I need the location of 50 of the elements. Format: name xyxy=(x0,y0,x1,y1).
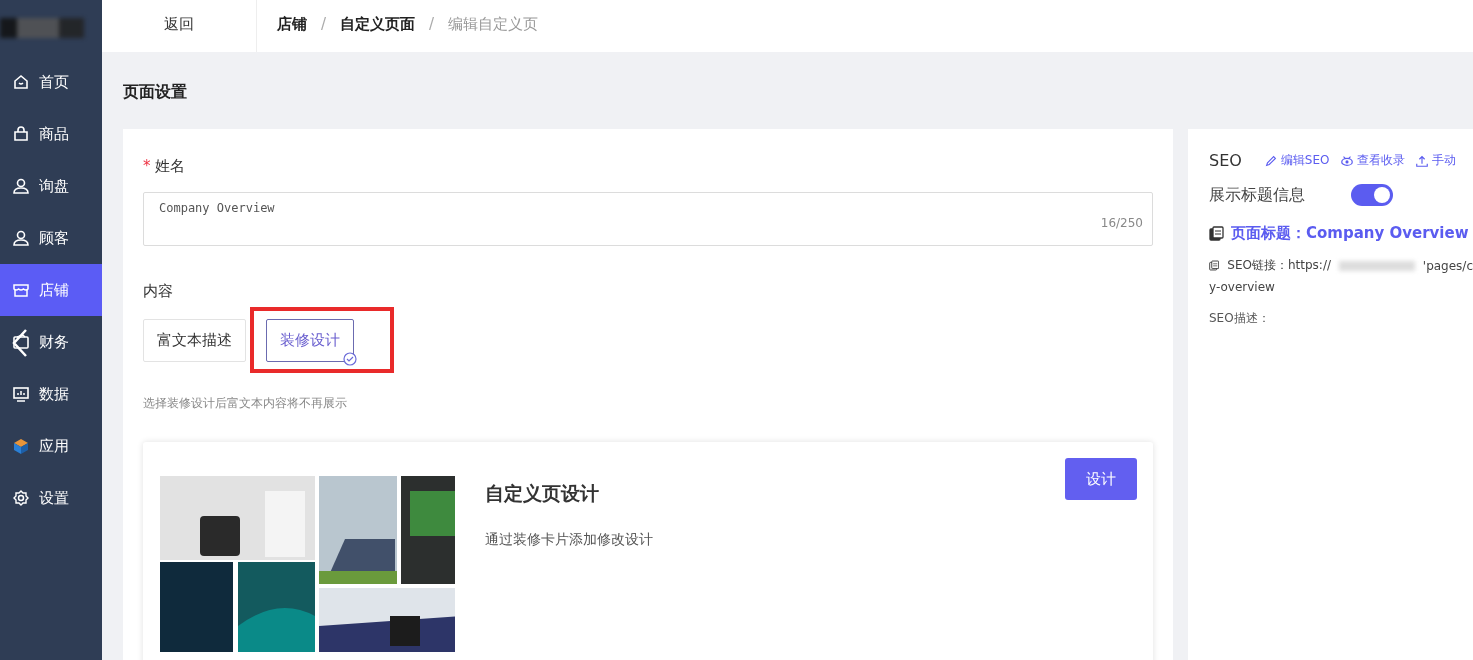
seo-link-text: 'pages/c xyxy=(1422,258,1473,273)
card-title: 自定义页设计 xyxy=(485,481,600,506)
seo-description-label: SEO描述： xyxy=(1209,311,1270,325)
sidebar-item[interactable]: 首页 xyxy=(0,56,102,108)
sidebar-item[interactable]: 设置 xyxy=(0,472,102,524)
shopping-bag-icon xyxy=(12,125,30,143)
settings-icon xyxy=(12,489,30,507)
field-label: 姓名 xyxy=(154,157,185,176)
breadcrumb-item: 编辑自定义页 xyxy=(448,14,539,34)
document-icon xyxy=(1209,226,1224,241)
content-option[interactable]: 富文本描述 xyxy=(143,319,246,362)
chevron-left-icon[interactable] xyxy=(12,328,28,358)
card-description: 通过装修卡片添加修改设计 xyxy=(485,531,654,549)
hint-text: 选择装修设计后富文本内容将不再展示 xyxy=(143,395,348,412)
required-mark: * xyxy=(143,157,151,176)
sidebar-item[interactable]: 顾客 xyxy=(0,212,102,264)
person-icon xyxy=(12,177,30,195)
seo-link-text: y-overview xyxy=(1209,280,1275,294)
seo-link-text: SEO链接：https:// xyxy=(1227,257,1331,274)
seo-action-link[interactable]: 编辑SEO xyxy=(1263,152,1330,169)
sidebar-item[interactable]: 店铺 xyxy=(0,264,102,316)
home-icon xyxy=(12,73,30,91)
toggle-label: 展示标题信息 xyxy=(1209,184,1305,206)
sidebar-item[interactable]: 数据 xyxy=(0,368,102,420)
person-icon xyxy=(12,229,30,247)
toggle-switch[interactable] xyxy=(1351,184,1393,206)
sidebar-item[interactable]: 询盘 xyxy=(0,160,102,212)
sidebar-item[interactable]: 应用 xyxy=(0,420,102,472)
design-button[interactable]: 设计 xyxy=(1065,458,1137,500)
wallet-icon xyxy=(12,333,30,351)
char-counter: 16/250 xyxy=(1100,216,1143,230)
monitor-chart-icon xyxy=(12,385,30,403)
panel-title: SEO xyxy=(1209,151,1242,170)
seo-page-title: 页面标题：Company Overview xyxy=(1231,224,1469,243)
field-label: 内容 xyxy=(143,282,173,301)
breadcrumb-item[interactable]: 店铺 xyxy=(277,14,307,34)
breadcrumb-separator: / xyxy=(321,15,327,33)
store-icon xyxy=(12,281,30,299)
breadcrumb-item[interactable]: 自定义页面 xyxy=(340,14,416,34)
upload-icon xyxy=(1414,153,1429,168)
document-icon xyxy=(1209,258,1220,273)
breadcrumb-separator: / xyxy=(429,15,435,33)
seo-action-link[interactable]: 查看收录 xyxy=(1339,152,1405,169)
pencil-icon xyxy=(1263,153,1278,168)
seo-action-link[interactable]: 手动 xyxy=(1414,152,1456,169)
cube-icon xyxy=(12,437,30,455)
page-title: 页面设置 xyxy=(123,82,187,101)
check-circle-icon xyxy=(343,352,357,366)
sidebar-item[interactable]: 商品 xyxy=(0,108,102,160)
sidebar-item[interactable]: 财务 xyxy=(0,316,102,368)
